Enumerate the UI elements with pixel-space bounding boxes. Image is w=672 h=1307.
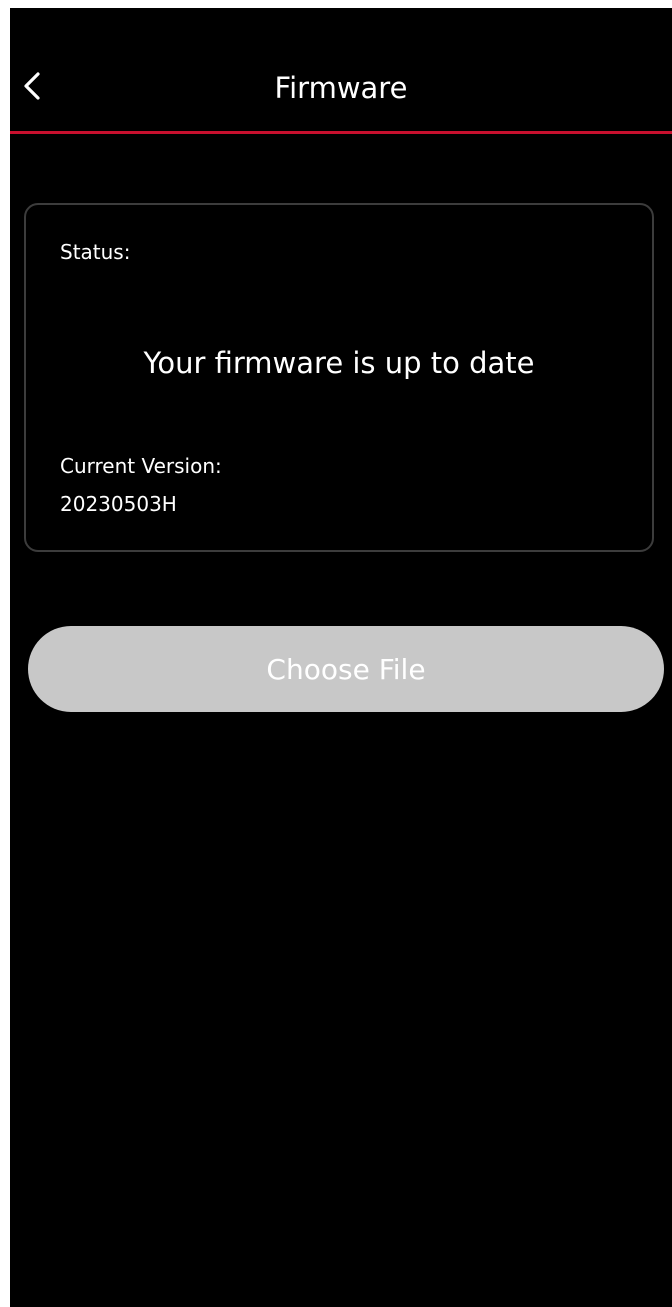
choose-file-button[interactable]: Choose File: [28, 626, 664, 712]
status-card: Status: Your firmware is up to date Curr…: [24, 203, 654, 552]
current-version-value: 20230503H: [60, 492, 177, 516]
firmware-screen: Firmware Status: Your firmware is up to …: [10, 8, 672, 1307]
page-title: Firmware: [274, 71, 408, 105]
status-message: Your firmware is up to date: [143, 346, 535, 380]
current-version-label: Current Version:: [60, 454, 222, 478]
status-label: Status:: [60, 240, 131, 264]
nav-divider: [10, 131, 672, 134]
nav-bar: Firmware: [10, 8, 672, 132]
